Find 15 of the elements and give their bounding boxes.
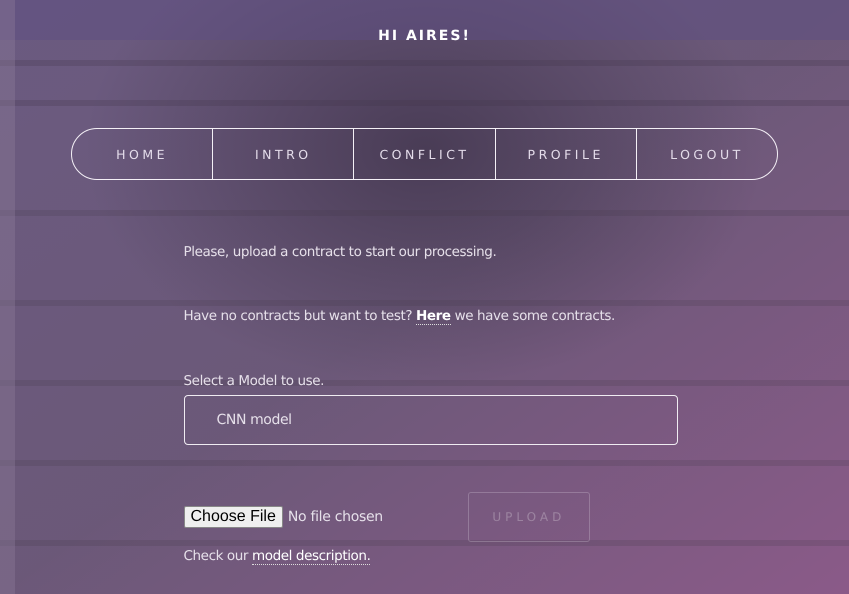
file-status: No file chosen (288, 509, 384, 525)
model-label: Select a Model to use. (184, 373, 324, 389)
greeting-title: HI AIRES! (378, 28, 471, 44)
here-link[interactable]: Here (416, 308, 451, 325)
nav-link[interactable]: INTRO (212, 129, 354, 179)
nav-link[interactable]: PROFILE (494, 129, 636, 179)
model-description-link[interactable]: model description. (252, 548, 370, 565)
model-description-text: Check our model description. (184, 548, 370, 564)
nav-link[interactable]: LOGOUT (636, 129, 778, 179)
model-select[interactable]: CNN model (184, 395, 678, 445)
choose-file-button[interactable]: Choose File (184, 506, 283, 528)
nav-link[interactable]: CONFLICT (353, 129, 495, 179)
intro-text: Please, upload a contract to start our processing. (184, 244, 496, 260)
sample-text: Have no contracts but want to test? Here we have some contracts. (184, 308, 615, 324)
nav-link[interactable]: HOME (72, 129, 212, 179)
